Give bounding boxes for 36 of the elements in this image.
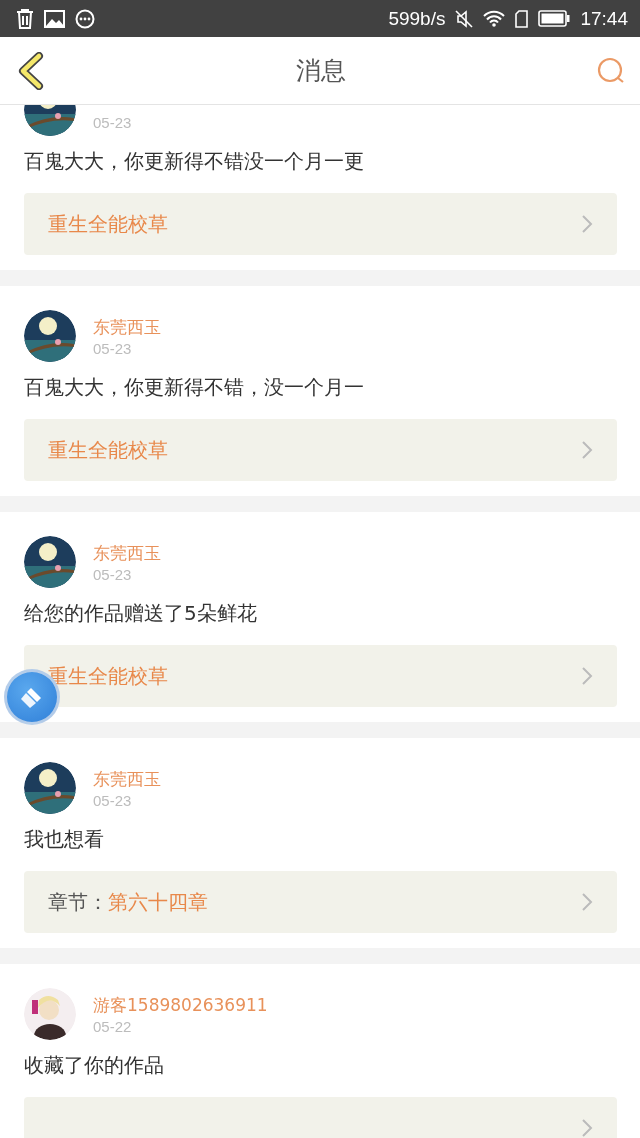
- user-name[interactable]: 东莞西玉: [93, 315, 161, 338]
- message-date: 05-23: [93, 565, 133, 583]
- battery-icon: [538, 10, 571, 27]
- clock: 17:44: [580, 7, 628, 30]
- mute-icon: [455, 9, 474, 28]
- message-text: 百鬼大大，你更新得不错没一个月一更: [24, 148, 365, 175]
- user-name[interactable]: 游客1589802636911: [93, 993, 268, 1016]
- wifi-icon: [483, 10, 506, 27]
- work-title: 重生全能校草: [48, 210, 168, 238]
- work-link[interactable]: 重生全能校草: [24, 193, 617, 255]
- chapter-title: 第六十四章: [108, 889, 208, 914]
- page-title: 消息: [296, 55, 346, 87]
- user-name[interactable]: 东莞西玉: [93, 541, 161, 564]
- message-date: 05-23: [93, 339, 133, 357]
- message-text: 收藏了你的作品: [24, 1052, 165, 1079]
- chevron-icon: [581, 1118, 593, 1138]
- chevron-icon: [581, 440, 593, 460]
- message-date: 05-22: [93, 1017, 133, 1035]
- sim-icon: [515, 9, 529, 28]
- message-text: 我也想看: [24, 826, 105, 853]
- work-link[interactable]: 重生全能校草: [24, 419, 617, 481]
- user-name[interactable]: 东莞西玉: [93, 767, 161, 790]
- chapter-label: 章节：: [48, 889, 108, 914]
- image-icon: [44, 9, 65, 28]
- work-link[interactable]: 章节：第六十四章: [24, 871, 617, 933]
- more-icon: [75, 8, 95, 29]
- work-title: 重生全能校草: [48, 436, 168, 464]
- chevron-icon: [581, 214, 593, 234]
- message-date: 05-23: [93, 113, 132, 131]
- chevron-icon: [581, 892, 593, 912]
- message-text: 百鬼大大，你更新得不错，没一个月一: [24, 374, 365, 401]
- chevron-icon: [581, 666, 593, 686]
- trash-icon: [16, 8, 34, 29]
- message-date: 05-23: [93, 791, 133, 809]
- network-speed: 599b/s: [388, 7, 446, 30]
- message-text: 给您的作品赠送了5朵鲜花: [24, 600, 258, 627]
